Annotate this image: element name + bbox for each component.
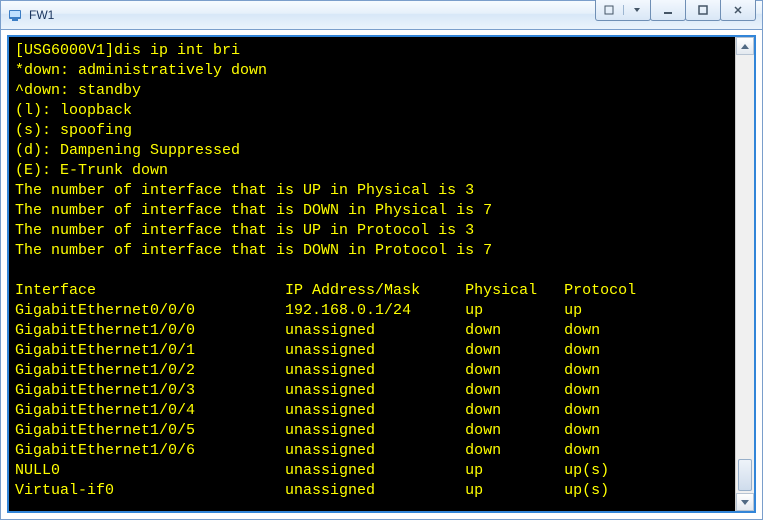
terminal-container: [USG6000V1]dis ip int bri *down: adminis… bbox=[7, 35, 756, 513]
scroll-down-button[interactable] bbox=[736, 493, 754, 511]
maximize-button[interactable] bbox=[685, 0, 721, 21]
scrollbar-thumb[interactable] bbox=[738, 459, 752, 491]
close-button[interactable] bbox=[720, 0, 756, 21]
window-split-right-icon bbox=[624, 8, 651, 12]
titlebar[interactable]: FW1 bbox=[1, 1, 762, 30]
window-controls bbox=[596, 0, 756, 21]
app-window: FW1 [USG6000V1]dis ip int bri *down: a bbox=[0, 0, 763, 520]
minimize-button[interactable] bbox=[650, 0, 686, 21]
window-split-left-icon bbox=[596, 5, 624, 15]
scroll-up-button[interactable] bbox=[736, 37, 754, 55]
window-split-button[interactable] bbox=[595, 0, 651, 21]
terminal-output[interactable]: [USG6000V1]dis ip int bri *down: adminis… bbox=[9, 37, 735, 511]
app-icon bbox=[7, 7, 23, 23]
vertical-scrollbar[interactable] bbox=[735, 37, 754, 511]
window-title: FW1 bbox=[29, 8, 54, 22]
